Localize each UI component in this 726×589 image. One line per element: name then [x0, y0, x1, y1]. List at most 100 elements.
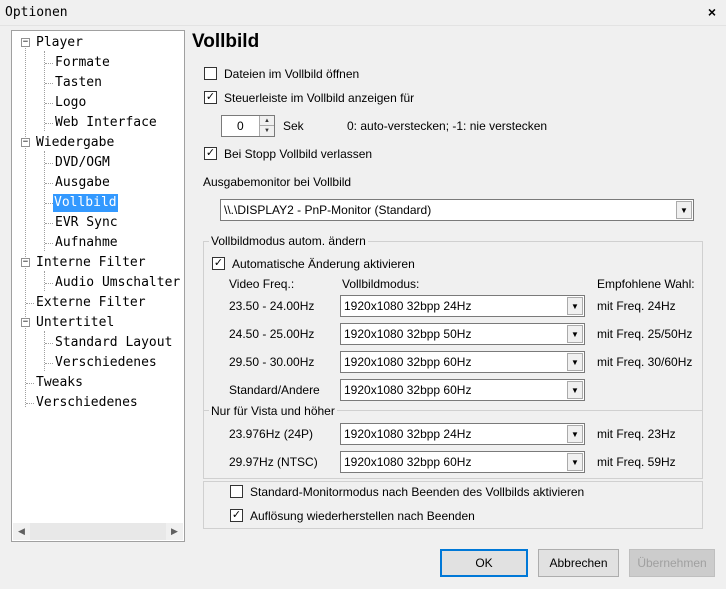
tree-line [26, 403, 34, 404]
horizontal-scrollbar[interactable]: ◀ ▶ [13, 523, 183, 540]
tree-item-logo[interactable]: Logo [54, 94, 87, 112]
mode-select-30hz[interactable]: 1920x1080 32bpp 60Hz ▼ [340, 351, 585, 373]
tree-line [45, 223, 53, 224]
tree-item-formate[interactable]: Formate [54, 54, 111, 72]
exit-on-stop-checkbox[interactable]: ✓ [204, 147, 217, 160]
window-title: Optionen [5, 5, 68, 20]
mode-select-value: 1920x1080 32bpp 24Hz [344, 427, 472, 441]
restore-monitor-checkbox[interactable] [230, 485, 243, 498]
tree-item-audio-umschalter[interactable]: Audio Umschalter [54, 274, 181, 292]
seconds-unit: Sek [283, 119, 304, 133]
tree-line [45, 83, 53, 84]
close-icon[interactable]: × [704, 4, 720, 20]
row-recommendation: mit Freq. 24Hz [597, 299, 676, 313]
collapse-icon[interactable]: − [21, 258, 30, 267]
restore-resolution-checkbox[interactable]: ✓ [230, 509, 243, 522]
collapse-icon[interactable]: − [21, 138, 30, 147]
tree-line [25, 45, 26, 407]
row-freq: 23.50 - 24.00Hz [229, 299, 315, 313]
mode-select-ntsc[interactable]: 1920x1080 32bpp 60Hz ▼ [340, 451, 585, 473]
chevron-down-icon[interactable]: ▼ [567, 353, 583, 371]
tree-item-tweaks[interactable]: Tweaks [35, 374, 84, 392]
tree-line [45, 163, 53, 164]
header-recommended: Empfohlene Wahl: [597, 277, 695, 291]
tree-item-player[interactable]: Player [35, 34, 84, 52]
row-freq: Standard/Andere [229, 383, 320, 397]
tree-line [45, 63, 53, 64]
ok-button[interactable]: OK [440, 549, 528, 577]
mode-select-value: 1920x1080 32bpp 60Hz [344, 383, 472, 397]
tree-item-evr-sync[interactable]: EVR Sync [54, 214, 119, 232]
stepper-value[interactable]: 0 [237, 119, 244, 133]
collapse-icon[interactable]: − [21, 318, 30, 327]
collapse-icon[interactable]: − [21, 38, 30, 47]
row-recommendation: mit Freq. 30/60Hz [597, 355, 693, 369]
monitor-select[interactable]: \\.\DISPLAY2 - PnP-Monitor (Standard) ▼ [220, 199, 694, 221]
tree-item-interne-filter[interactable]: Interne Filter [35, 254, 147, 272]
tree-line [45, 103, 53, 104]
chevron-down-icon[interactable]: ▼ [567, 297, 583, 315]
mode-select-value: 1920x1080 32bpp 60Hz [344, 455, 472, 469]
mode-select-24hz[interactable]: 1920x1080 32bpp 24Hz ▼ [340, 295, 585, 317]
row-recommendation: mit Freq. 25/50Hz [597, 327, 693, 341]
row-freq: 24.50 - 25.00Hz [229, 327, 315, 341]
tree-item-verschiedenes-sub[interactable]: Verschiedenes [54, 354, 158, 372]
stepper-down-icon[interactable]: ▼ [259, 126, 274, 136]
tree-item-vollbild[interactable]: Vollbild [53, 194, 118, 212]
tree-item-aufnahme[interactable]: Aufnahme [54, 234, 119, 252]
tree-item-wiedergabe[interactable]: Wiedergabe [35, 134, 115, 152]
restore-monitor-label[interactable]: Standard-Monitormodus nach Beenden des V… [250, 485, 584, 499]
mode-select-value: 1920x1080 32bpp 60Hz [344, 355, 472, 369]
tree-item-verschiedenes[interactable]: Verschiedenes [35, 394, 139, 412]
page-title: Vollbild [192, 31, 260, 52]
tree-line [26, 303, 34, 304]
tree-item-web-interface[interactable]: Web Interface [54, 114, 158, 132]
header-fullscreen-mode: Vollbildmodus: [342, 277, 420, 291]
cancel-button[interactable]: Abbrechen [538, 549, 619, 577]
open-fullscreen-checkbox[interactable] [204, 67, 217, 80]
tree-line [44, 271, 45, 291]
open-fullscreen-label[interactable]: Dateien im Vollbild öffnen [224, 67, 359, 81]
tree-line [44, 151, 45, 251]
title-bar: Optionen × [0, 0, 726, 26]
tree-item-standard-layout[interactable]: Standard Layout [54, 334, 173, 352]
tree-item-untertitel[interactable]: Untertitel [35, 314, 115, 332]
mode-select-25hz[interactable]: 1920x1080 32bpp 50Hz ▼ [340, 323, 585, 345]
tree-line [45, 283, 53, 284]
tree-item-ausgabe[interactable]: Ausgabe [54, 174, 111, 192]
tree-item-dvd-ogm[interactable]: DVD/OGM [54, 154, 111, 172]
auto-change-label[interactable]: Automatische Änderung aktivieren [232, 257, 415, 271]
stepper-up-icon[interactable]: ▲ [259, 116, 274, 126]
tree-item-externe-filter[interactable]: Externe Filter [35, 294, 147, 312]
tree-item-tasten[interactable]: Tasten [54, 74, 103, 92]
mode-select-default[interactable]: 1920x1080 32bpp 60Hz ▼ [340, 379, 585, 401]
show-toolbar-label[interactable]: Steuerleiste im Vollbild anzeigen für [224, 91, 414, 105]
toolbar-timeout-stepper[interactable]: 0 ▲ ▼ [221, 115, 275, 137]
mode-select-value: 1920x1080 32bpp 24Hz [344, 299, 472, 313]
chevron-down-icon[interactable]: ▼ [567, 453, 583, 471]
chevron-down-icon[interactable]: ▼ [567, 381, 583, 399]
header-video-freq: Video Freq.: [229, 277, 295, 291]
chevron-down-icon[interactable]: ▼ [567, 425, 583, 443]
show-toolbar-checkbox[interactable]: ✓ [204, 91, 217, 104]
chevron-down-icon[interactable]: ▼ [567, 325, 583, 343]
vista-group-title: Nur für Vista und höher [209, 404, 337, 418]
row-freq: 23.976Hz (24P) [229, 427, 314, 441]
chevron-down-icon[interactable]: ▼ [676, 201, 692, 219]
exit-on-stop-label[interactable]: Bei Stopp Vollbild verlassen [224, 147, 372, 161]
auto-change-checkbox[interactable]: ✓ [212, 257, 225, 270]
row-freq: 29.97Hz (NTSC) [229, 455, 318, 469]
monitor-label: Ausgabemonitor bei Vollbild [203, 175, 352, 189]
tree-line [26, 383, 34, 384]
tree-line [45, 203, 53, 204]
tree-line [45, 243, 53, 244]
scroll-right-icon[interactable]: ▶ [166, 523, 183, 540]
mode-select-24p[interactable]: 1920x1080 32bpp 24Hz ▼ [340, 423, 585, 445]
apply-button[interactable]: Übernehmen [629, 549, 715, 577]
tree-line [44, 331, 45, 371]
options-tree[interactable]: − Player Formate Tasten Logo Web Interfa… [11, 30, 185, 542]
restore-resolution-label[interactable]: Auflösung wiederherstellen nach Beenden [250, 509, 475, 523]
scroll-track[interactable] [30, 523, 166, 540]
tree-line [45, 123, 53, 124]
scroll-left-icon[interactable]: ◀ [13, 523, 30, 540]
